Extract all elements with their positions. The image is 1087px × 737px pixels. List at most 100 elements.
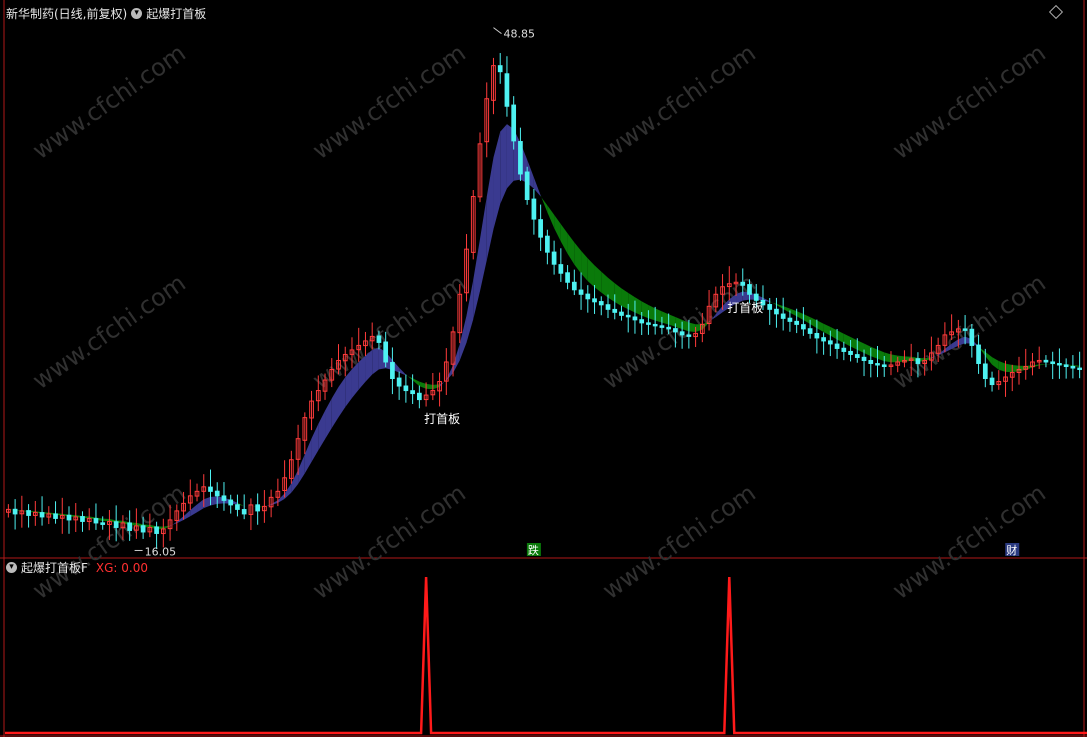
ma-band-segment [1039, 364, 1046, 366]
ma-band-segment [998, 361, 1006, 372]
candle-body [565, 272, 570, 283]
candle-body [679, 331, 685, 336]
ma-band-segment [864, 343, 871, 357]
candle-body [827, 340, 833, 345]
candle-body [80, 516, 85, 522]
high-price-label: 48.85 [503, 28, 535, 41]
ma-band-segment [500, 124, 507, 204]
ma-band-segment [628, 292, 635, 313]
candle-body [592, 298, 597, 303]
ma-band-segment [608, 277, 615, 303]
chevron-down-icon[interactable]: ▾ [131, 8, 143, 19]
ma-band-segment [810, 317, 817, 329]
watermark-text: www.cfchi.com [597, 479, 760, 605]
ma-band-segment [547, 205, 555, 228]
ma-band-segment [318, 410, 326, 451]
watermark-text: www.cfchi.com [27, 269, 190, 395]
ma-band-segment [567, 233, 575, 265]
ma-band-segment [412, 378, 420, 387]
candle-body [396, 377, 402, 387]
candle-body [969, 328, 975, 346]
candle-body [214, 490, 220, 497]
watermark-text: www.cfchi.com [887, 479, 1050, 605]
watermark-text: www.cfchi.com [597, 39, 760, 165]
ma-band-segment [850, 337, 858, 350]
ma-band-segment [210, 496, 218, 506]
ma-band-segment [298, 454, 305, 485]
ma-band-segment [830, 326, 838, 340]
candle-body [747, 284, 752, 295]
ma-band-segment [399, 367, 406, 376]
first-board-annotation: 打首板 [727, 301, 763, 315]
ma-band-segment [823, 323, 831, 336]
x-axis-marker-label: 跌 [528, 543, 539, 557]
candle-body [376, 335, 382, 343]
ma-band-segment [655, 308, 662, 323]
candle-body [646, 322, 651, 325]
candle-body [639, 319, 645, 324]
ma-band-segment [587, 258, 595, 288]
ma-band-segment [540, 195, 548, 213]
candle-body [821, 337, 826, 342]
candle-body [100, 522, 106, 525]
indicator-name[interactable]: 起爆打首板 [146, 5, 206, 22]
ma-band-segment [641, 301, 649, 319]
candle-body [154, 526, 159, 534]
candle-body [753, 293, 759, 301]
ma-band-segment [857, 340, 865, 353]
candle-body [686, 334, 692, 337]
candle-body [807, 328, 813, 334]
candle-body [1043, 359, 1049, 363]
high-pointer [493, 27, 502, 35]
candle-body [854, 354, 860, 358]
ma-band-segment [796, 311, 804, 321]
candle-body [383, 341, 389, 363]
ma-band-segment [304, 438, 312, 474]
ma-band-segment [479, 196, 487, 292]
ma-band-segment [783, 306, 790, 313]
candle-body [410, 390, 415, 395]
candle-body [868, 359, 874, 364]
watermark-text: www.cfchi.com [307, 39, 470, 165]
candle-body [915, 358, 921, 364]
ma-band-segment [1005, 363, 1013, 373]
candle-body [962, 328, 968, 331]
candle-body [417, 392, 422, 401]
candle-body [221, 495, 227, 501]
candle-body [976, 344, 981, 364]
ma-band-segment [816, 320, 824, 333]
candle-body [794, 320, 800, 325]
candle-body [524, 171, 530, 201]
candle-body [1050, 361, 1056, 364]
candle-body [787, 317, 793, 322]
candle-body [390, 362, 395, 380]
watermark-text: www.cfchi.com [27, 479, 190, 605]
ma-band-segment [533, 177, 541, 197]
candle-body [545, 235, 550, 253]
ma-band-segment [197, 499, 204, 513]
candle-body [767, 304, 773, 310]
chevron-down-icon[interactable]: ▾ [6, 562, 17, 573]
x-axis-marker-label: 财 [1006, 543, 1017, 557]
ma-band-segment [890, 354, 898, 363]
candle-body [208, 486, 213, 492]
ma-band-segment [331, 387, 339, 429]
ma-band-segment [897, 355, 905, 363]
candle-body [982, 363, 988, 380]
ma-band-segment [190, 504, 198, 517]
chart-stage: www.cfchi.com www.cfchi.com www.cfchi.com w… [0, 0, 1087, 737]
candle-body [801, 324, 806, 330]
candle-body [518, 141, 523, 175]
candle-body [53, 513, 58, 519]
ma-band-segment [789, 308, 797, 317]
ma-band-segment [459, 315, 467, 361]
xg-signal-line [5, 576, 1087, 735]
ma-band-segment [203, 496, 211, 509]
ma-band-segment [432, 384, 440, 390]
low-price-label: 16.05 [145, 545, 177, 558]
candle-body [127, 522, 132, 531]
candle-body [834, 343, 840, 349]
candle-body [403, 385, 409, 392]
sub-indicator-name[interactable]: 起爆打首板F [21, 559, 88, 576]
candle-body [881, 364, 887, 367]
